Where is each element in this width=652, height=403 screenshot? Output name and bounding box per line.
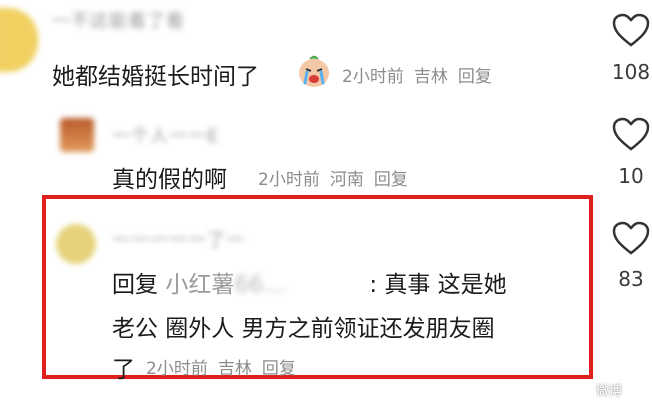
like-count: 83 <box>618 267 644 291</box>
comment-text: 真的假的啊 <box>112 167 227 193</box>
comment-username[interactable]: 一一一一一了一 <box>112 226 245 252</box>
comment-text-content: 她都结婚挺长时间了 <box>52 64 259 90</box>
heart-outline-icon <box>612 117 650 151</box>
like-count: 10 <box>618 164 644 188</box>
comment-username[interactable]: 一个人一一E <box>112 122 219 148</box>
like-count: 108 <box>611 60 651 84</box>
comment-text-line: 回复 小红薯66... : 真事 这是她 <box>112 265 507 299</box>
like-button[interactable] <box>611 116 651 156</box>
comment-meta: 2小时前 吉林 回复 <box>342 62 502 87</box>
comment-text-line: 老公 圈外人 男方之前领证还发朋友圈 <box>112 316 495 342</box>
comment-username[interactable]: 一不这能看了看 <box>52 7 185 33</box>
avatar[interactable] <box>0 8 38 72</box>
comment-meta: 2小时前 吉林 回复 <box>146 354 306 379</box>
heart-outline-icon <box>612 13 650 47</box>
comment-location: 吉林 <box>413 67 448 87</box>
comment-location: 吉林 <box>217 359 252 379</box>
reply-button[interactable]: 回复 <box>374 170 408 190</box>
comment-meta: 2小时前 河南 回复 <box>258 165 418 190</box>
avatar[interactable] <box>60 118 94 152</box>
comment-time: 2小时前 <box>342 67 404 87</box>
avatar[interactable] <box>56 224 96 264</box>
reply-button[interactable]: 回复 <box>262 359 296 379</box>
reply-target-name[interactable]: 小红薯 <box>165 272 234 298</box>
comment-time: 2小时前 <box>146 359 208 379</box>
comment-location: 河南 <box>329 170 364 190</box>
like-button[interactable] <box>611 220 651 260</box>
comment-text-content: : 真事 这是她 <box>369 272 507 298</box>
comment-text: 她都结婚挺长时间了 <box>52 57 259 91</box>
watermark: 微博 <box>596 384 623 399</box>
reply-prefix: 回复 <box>112 272 158 298</box>
comment-text-line: 了 <box>112 357 135 383</box>
like-button[interactable] <box>611 12 651 52</box>
comment-time: 2小时前 <box>258 170 320 190</box>
reply-button[interactable]: 回复 <box>458 67 492 87</box>
reply-target-blurred: 66... <box>234 272 286 298</box>
heart-outline-icon <box>612 221 650 255</box>
crying-face-emoji-icon <box>296 52 332 88</box>
